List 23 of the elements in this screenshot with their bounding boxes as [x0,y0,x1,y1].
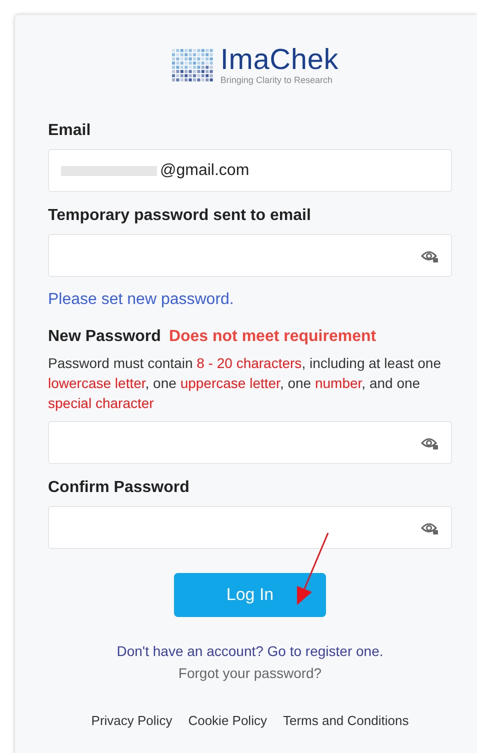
field-label: New Password [48,327,161,347]
error-message: Does not meet requirement [168,328,376,346]
logo-name: ImaChek [220,45,339,75]
logo-tagline: Bringing Clarity to Research [220,75,334,85]
password-field[interactable] [48,506,452,549]
forgot-password-link[interactable]: Forgot your password? [178,665,322,681]
notice-text: Please set new password. [48,291,235,309]
password-field[interactable] [48,421,452,464]
eye-lock-icon[interactable] [421,436,439,450]
eye-lock-icon[interactable] [421,248,439,262]
dot-grid-icon [171,48,214,82]
footer-link[interactable]: Terms and Conditions [282,713,409,728]
email-input[interactable]: @gmail.com [157,162,439,180]
password-requirements: Password must contain 8 - 20 characters, including at least one lowercase letter, one uppercase letter, one number, and one special character [48,354,442,413]
email-field[interactable]: @gmail.com [48,149,452,192]
register-link[interactable]: Don't have an account? Go to register one. [116,643,384,659]
field-label: Email [48,121,92,141]
eye-lock-icon[interactable] [421,520,439,534]
footer-link[interactable]: Cookie Policy [188,713,267,728]
footer-link[interactable]: Privacy Policy [91,713,172,728]
field-label: Temporary password sent to email [48,206,312,226]
field-label: Confirm Password [48,478,190,498]
password-field[interactable] [48,234,452,277]
